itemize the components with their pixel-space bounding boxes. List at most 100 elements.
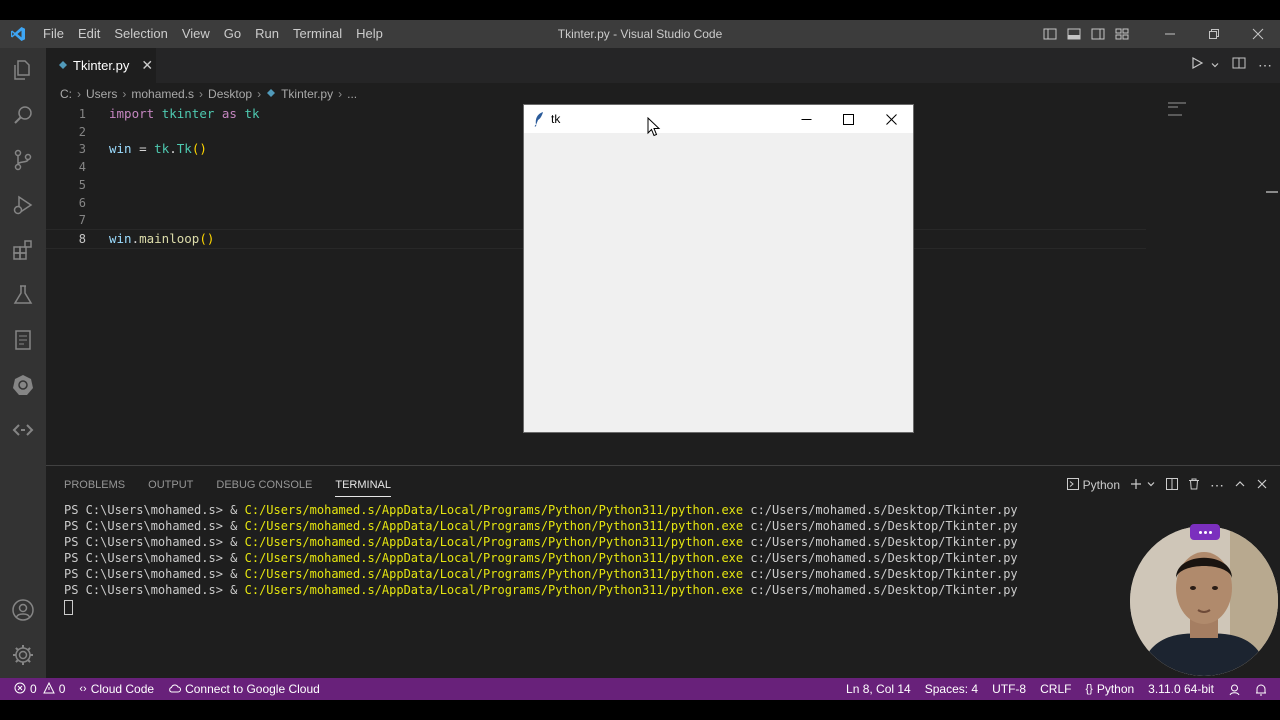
tab-label: Tkinter.py — [73, 58, 130, 73]
feedback-icon[interactable] — [1221, 683, 1248, 696]
language-mode[interactable]: {} Python — [1078, 682, 1141, 696]
cloud-code-label: Cloud Code — [90, 682, 155, 696]
breadcrumb-desktop[interactable]: Desktop — [208, 87, 252, 101]
menu-terminal[interactable]: Terminal — [286, 20, 349, 48]
bottom-panel: PROBLEMS OUTPUT DEBUG CONSOLE TERMINAL P… — [46, 465, 1280, 679]
cloud-code-icon[interactable] — [0, 410, 46, 450]
toggle-panel-icon[interactable] — [1062, 20, 1086, 48]
split-terminal-icon[interactable] — [1166, 477, 1178, 493]
tab-problems[interactable]: PROBLEMS — [64, 474, 125, 497]
terminal-exe-path: C:/Users/mohamed.s/AppData/Local/Program… — [244, 567, 744, 581]
run-python-file-icon[interactable] — [1190, 56, 1204, 75]
tab-tkinter-py[interactable]: Tkinter.py ✕ — [46, 48, 156, 83]
warning-count: 0 — [58, 682, 66, 696]
tk-title-bar[interactable]: tk — [524, 105, 913, 133]
more-actions-icon[interactable]: ⋯ — [1258, 57, 1272, 74]
breadcrumb-users[interactable]: Users — [86, 87, 117, 101]
parentheses: () — [191, 141, 207, 157]
kill-terminal-trash-icon[interactable] — [1188, 478, 1200, 493]
terminal-prompt: PS C:\Users\mohamed.s> & — [64, 503, 245, 517]
terminal-line: PS C:\Users\mohamed.s> & C:/Users/mohame… — [64, 534, 1018, 550]
tk-close-icon[interactable] — [869, 105, 913, 133]
vscode-window: File Edit Selection View Go Run Terminal… — [0, 20, 1280, 700]
line-number: 6 — [78, 195, 86, 210]
breadcrumb-symbol[interactable]: ... — [347, 87, 357, 101]
close-panel-icon[interactable] — [1256, 478, 1268, 493]
close-window-icon[interactable] — [1236, 20, 1280, 48]
run-dropdown-chevron-icon[interactable] — [1210, 57, 1220, 75]
notifications-bell-icon[interactable] — [1248, 683, 1274, 696]
python-interpreter[interactable]: 3.11.0 64-bit — [1141, 682, 1221, 696]
maximize-panel-chevron-up-icon[interactable] — [1234, 478, 1246, 493]
menu-bar: File Edit Selection View Go Run Terminal… — [36, 20, 390, 48]
breadcrumb: C: › Users › mohamed.s › Desktop › Tkint… — [60, 83, 357, 105]
end-of-line[interactable]: CRLF — [1033, 682, 1078, 696]
panel-tabs: PROBLEMS OUTPUT DEBUG CONSOLE TERMINAL — [64, 474, 391, 497]
scrollbar-marker[interactable] — [1266, 191, 1278, 193]
indentation[interactable]: Spaces: 4 — [918, 682, 985, 696]
chevron-right-icon: › — [257, 87, 262, 101]
terminal-output[interactable]: PS C:\Users\mohamed.s> & C:/Users/mohame… — [64, 502, 1018, 615]
extensions-icon[interactable] — [0, 230, 46, 270]
notebook-icon[interactable] — [0, 320, 46, 360]
terminal-exe-path: C:/Users/mohamed.s/AppData/Local/Program… — [244, 535, 744, 549]
menu-selection[interactable]: Selection — [107, 20, 174, 48]
terminal-prompt: PS C:\Users\mohamed.s> & — [64, 519, 245, 533]
chevron-right-icon: › — [338, 87, 343, 101]
tab-close-icon[interactable]: ✕ — [141, 57, 153, 74]
google-cloud-status[interactable]: Connect to Google Cloud — [161, 682, 327, 696]
tk-maximize-icon[interactable] — [826, 105, 870, 133]
toggle-primary-sidebar-icon[interactable] — [1038, 20, 1062, 48]
minimize-window-icon[interactable] — [1148, 20, 1192, 48]
accounts-icon[interactable] — [0, 590, 46, 630]
menu-edit[interactable]: Edit — [71, 20, 107, 48]
tab-terminal[interactable]: TERMINAL — [335, 474, 391, 497]
restore-window-icon[interactable] — [1192, 20, 1236, 48]
tk-window[interactable]: tk — [524, 105, 913, 432]
split-editor-icon[interactable] — [1232, 56, 1246, 75]
file-encoding[interactable]: UTF-8 — [985, 682, 1033, 696]
source-control-icon[interactable] — [0, 140, 46, 180]
tk-minimize-icon[interactable] — [784, 105, 828, 133]
menu-run[interactable]: Run — [248, 20, 286, 48]
minimap[interactable] — [1168, 102, 1192, 127]
terminal-shell-label[interactable]: Python — [1083, 478, 1120, 492]
terminal-dropdown-chevron-icon[interactable] — [1146, 478, 1156, 492]
menu-file[interactable]: File — [36, 20, 71, 48]
tab-output[interactable]: OUTPUT — [148, 474, 193, 497]
search-icon[interactable] — [0, 95, 46, 135]
module-name: tkinter — [161, 106, 215, 121]
python-file-icon — [58, 57, 68, 75]
panel-actions: Python ⋯ — [1066, 474, 1268, 496]
problems-status[interactable]: 0 0 — [0, 681, 72, 697]
warning-icon — [42, 681, 55, 697]
tk-feather-icon — [533, 111, 545, 132]
menu-view[interactable]: View — [175, 20, 217, 48]
kubernetes-icon[interactable] — [0, 365, 46, 405]
run-debug-icon[interactable] — [0, 185, 46, 225]
testing-flask-icon[interactable] — [0, 275, 46, 315]
menu-go[interactable]: Go — [217, 20, 248, 48]
breadcrumb-file[interactable]: Tkinter.py — [281, 87, 333, 101]
tab-debug-console[interactable]: DEBUG CONSOLE — [216, 474, 312, 497]
cursor-position[interactable]: Ln 8, Col 14 — [839, 682, 918, 696]
braces-icon: {} — [1085, 683, 1093, 695]
settings-gear-icon[interactable] — [0, 635, 46, 675]
terminal-line: PS C:\Users\mohamed.s> & C:/Users/mohame… — [64, 518, 1018, 534]
breadcrumb-drive[interactable]: C: — [60, 87, 72, 101]
webcam-options-icon[interactable] — [1190, 524, 1220, 540]
customize-layout-icon[interactable] — [1110, 20, 1134, 48]
toggle-secondary-sidebar-icon[interactable] — [1086, 20, 1110, 48]
terminal-prompt: PS C:\Users\mohamed.s> & — [64, 583, 245, 597]
menu-help[interactable]: Help — [349, 20, 390, 48]
more-actions-icon[interactable]: ⋯ — [1210, 477, 1224, 494]
explorer-icon[interactable] — [0, 50, 46, 90]
line-number: 1 — [78, 107, 86, 121]
terminal-script-arg: c:/Users/mohamed.s/Desktop/Tkinter.py — [743, 535, 1018, 549]
title-bar: File Edit Selection View Go Run Terminal… — [0, 20, 1280, 48]
terminal-exe-path: C:/Users/mohamed.s/AppData/Local/Program… — [244, 583, 744, 597]
breadcrumb-user[interactable]: mohamed.s — [131, 87, 194, 101]
code-brackets-icon: ‹› — [79, 683, 87, 695]
cloud-code-status[interactable]: ‹› Cloud Code — [72, 682, 161, 696]
new-terminal-plus-icon[interactable] — [1130, 478, 1142, 493]
